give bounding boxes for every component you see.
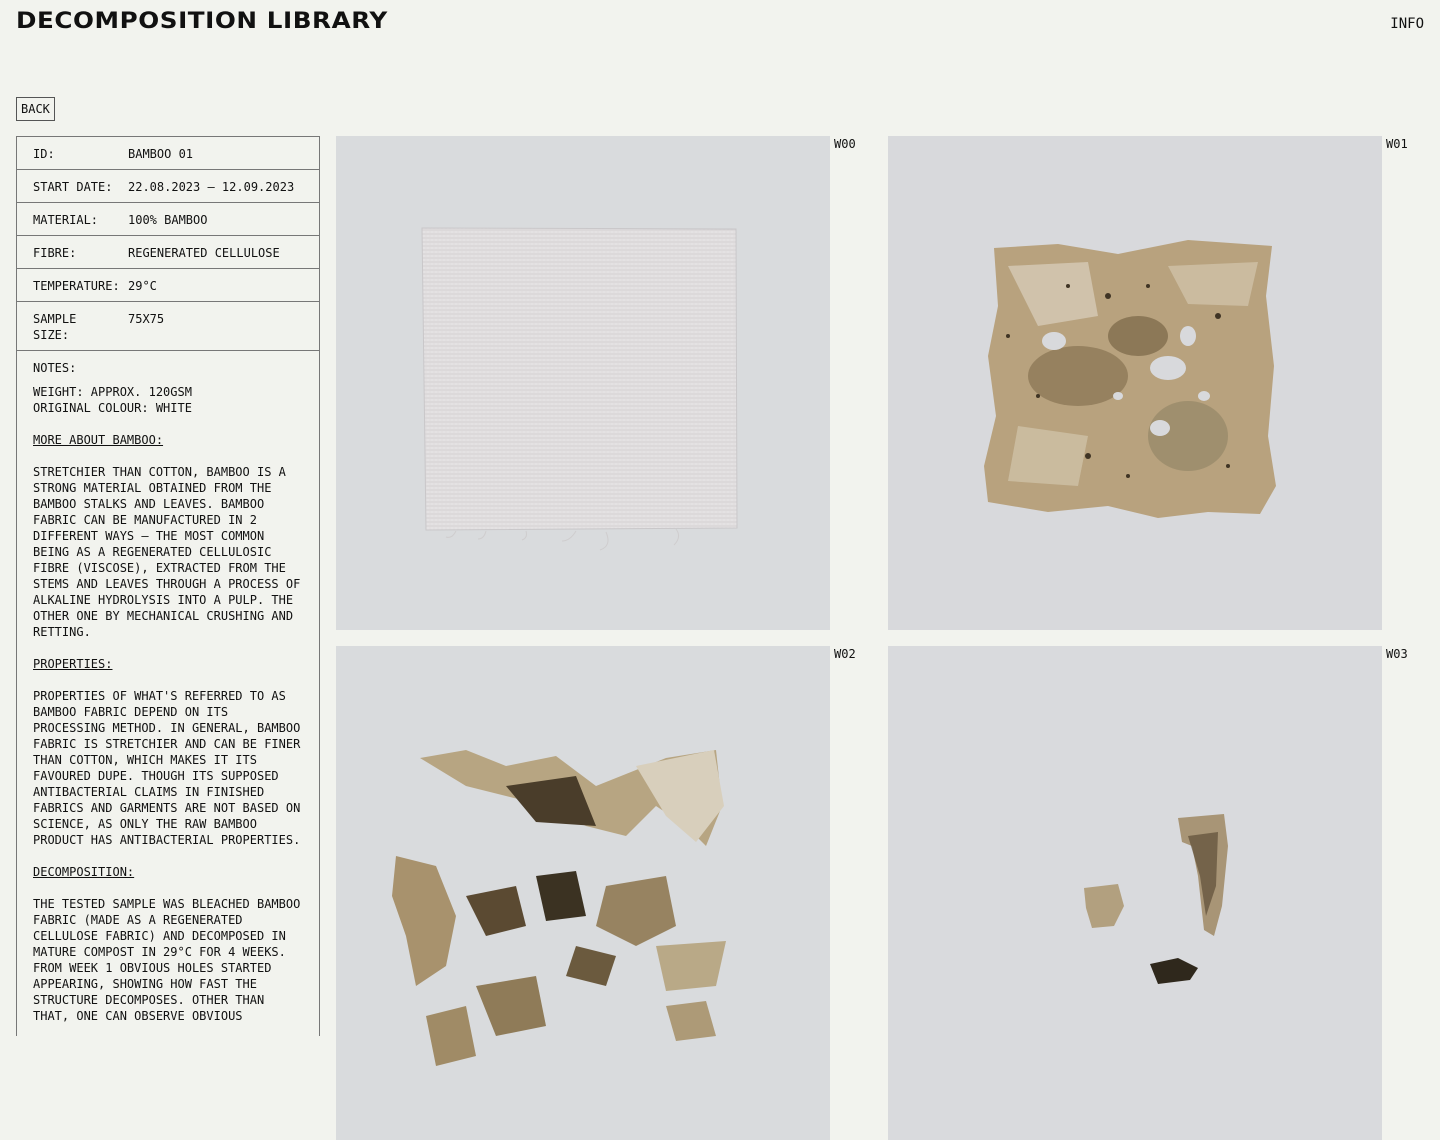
week-label-w02: W02 [834,647,856,661]
meta-key: START DATE: [33,180,113,194]
remnant-fabric-image [888,646,1382,1140]
meta-value: 100% BAMBOO [128,213,208,227]
meta-key: MATERIAL: [33,213,99,227]
meta-key: ID: [33,147,55,161]
meta-value: 29°C [128,279,157,293]
back-button[interactable]: BACK [16,97,55,121]
notes-label: NOTES: [33,361,77,375]
section-body-about: STRETCHIER THAN COTTON, BAMBOO IS A STRO… [33,465,301,639]
section-body-decomposition: THE TESTED SAMPLE WAS BLEACHED BAMBOO FA… [33,897,301,1023]
meta-value: 22.08.2023 – 12.09.2023 [128,180,295,194]
notes-section: NOTES: WEIGHT: APPROX. 120GSM ORIGINAL C… [17,351,319,1024]
meta-key: TEMPERATURE: [33,279,120,293]
sample-photo-w02[interactable] [336,646,830,1140]
meta-key: SAMPLE SIZE: [33,312,77,342]
notes-intro: WEIGHT: APPROX. 120GSM ORIGINAL COLOUR: … [33,385,192,415]
section-heading-decomposition: DECOMPOSITION: [33,865,135,879]
section-heading-properties: PROPERTIES: [33,657,113,671]
section-body-properties: PROPERTIES OF WHAT'S REFERRED TO AS BAMB… [33,689,301,847]
meta-row-start-date: START DATE: 22.08.2023 – 12.09.2023 [17,170,319,203]
meta-value: 75X75 [128,312,165,326]
meta-row-material: MATERIAL: 100% BAMBOO [17,203,319,236]
meta-row-id: ID: BAMBOO 01 [17,137,319,170]
info-link[interactable]: INFO [1390,15,1424,33]
fabric-square-image [336,136,830,630]
meta-row-sample-size: SAMPLE SIZE: 75X75 [17,302,319,351]
meta-row-temperature: TEMPERATURE: 29°C [17,269,319,302]
week-label-w03: W03 [1386,647,1408,661]
site-title[interactable]: DECOMPOSITION LIBRARY [16,9,388,35]
week-label-w00: W00 [834,137,856,151]
decayed-fabric-image [888,136,1382,630]
week-label-w01: W01 [1386,137,1408,151]
meta-value: REGENERATED CELLULOSE [128,246,280,260]
sample-details-panel: ID: BAMBOO 01 START DATE: 22.08.2023 – 1… [16,136,320,1036]
sample-photo-w00[interactable] [336,136,830,630]
sample-photo-w01[interactable] [888,136,1382,630]
section-heading-about: MORE ABOUT BAMBOO: [33,433,164,447]
meta-value: BAMBOO 01 [128,147,194,161]
meta-row-fibre: FIBRE: REGENERATED CELLULOSE [17,236,319,269]
sample-photo-w03[interactable] [888,646,1382,1140]
fragmented-fabric-image [336,646,830,1140]
meta-key: FIBRE: [33,246,77,260]
